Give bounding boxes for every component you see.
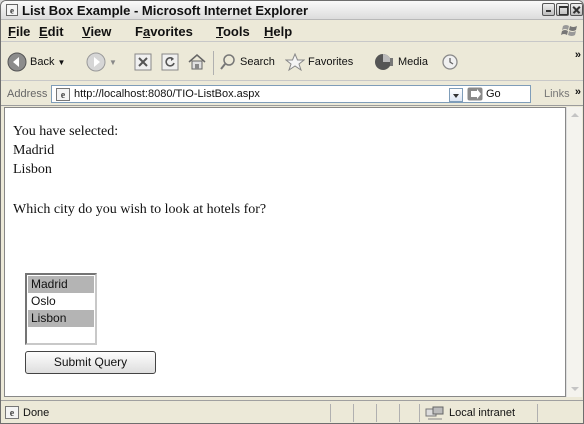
browser-window: e List Box Example - Microsoft Internet … — [0, 0, 584, 424]
forward-dropdown-icon[interactable]: ▼ — [109, 58, 117, 67]
links-overflow-icon[interactable]: » — [575, 86, 581, 98]
search-button[interactable]: Search — [219, 53, 275, 71]
status-done: e Done — [5, 406, 49, 419]
back-label: Back — [30, 56, 55, 68]
address-dropdown-icon[interactable] — [449, 88, 463, 102]
vertical-scrollbar[interactable] — [566, 107, 582, 397]
selected-heading: You have selected: — [13, 124, 119, 139]
toolbar-separator — [213, 51, 214, 75]
home-button[interactable] — [187, 52, 207, 72]
stop-icon — [134, 53, 152, 71]
menu-file[interactable]: File — [8, 24, 30, 39]
listbox-option-lisbon[interactable]: Lisbon — [28, 310, 94, 327]
windows-logo-icon — [561, 25, 577, 36]
status-divider — [419, 404, 420, 422]
favorites-button[interactable]: Favorites — [285, 53, 353, 71]
back-dropdown-icon[interactable]: ▼ — [57, 58, 65, 67]
listbox-option-madrid[interactable]: Madrid — [28, 276, 94, 293]
links-label[interactable]: Links — [544, 88, 570, 100]
address-label: Address — [7, 88, 48, 100]
back-arrow-icon — [7, 52, 27, 72]
menu-help[interactable]: Help — [264, 24, 292, 39]
minimize-button[interactable] — [542, 3, 555, 16]
menu-bar: File Edit View Favorites Tools Help — [1, 20, 583, 42]
svg-text:e: e — [10, 408, 15, 419]
media-button[interactable]: Media — [373, 52, 428, 72]
menu-edit[interactable]: Edit — [39, 24, 64, 39]
svg-text:e: e — [10, 6, 14, 16]
stop-button[interactable] — [134, 53, 152, 71]
refresh-button[interactable] — [161, 53, 179, 71]
go-label: Go — [486, 88, 501, 100]
close-button[interactable] — [570, 3, 583, 16]
back-button[interactable]: Back ▼ — [7, 52, 65, 72]
submit-query-button[interactable]: Submit Query — [25, 351, 156, 374]
go-button[interactable]: Go — [467, 87, 501, 101]
forward-arrow-icon — [86, 52, 106, 72]
selected-item: Lisbon — [13, 162, 52, 177]
status-divider — [537, 404, 538, 422]
title-bar: e List Box Example - Microsoft Internet … — [1, 1, 583, 20]
scroll-up-icon[interactable] — [568, 108, 582, 122]
history-icon — [442, 54, 458, 70]
address-bar: Address e http://localhost:8080/TIO-List… — [1, 82, 583, 106]
city-listbox[interactable]: Madrid Oslo Lisbon — [25, 273, 97, 345]
toolbar-overflow-icon[interactable]: » — [575, 49, 581, 61]
media-label: Media — [398, 56, 428, 68]
zone-label: Local intranet — [449, 407, 516, 419]
status-divider — [330, 404, 331, 422]
maximize-button[interactable] — [556, 3, 569, 16]
page-content: You have selected: Madrid Lisbon Which c… — [4, 107, 566, 397]
address-input[interactable]: e http://localhost:8080/TIO-ListBox.aspx… — [51, 85, 531, 103]
forward-button[interactable]: ▼ — [86, 52, 117, 72]
page-done-icon: e — [5, 406, 19, 419]
status-text: Done — [23, 406, 50, 419]
city-question: Which city do you wish to look at hotels… — [13, 202, 267, 217]
status-divider — [353, 404, 354, 422]
page-icon: e — [56, 88, 70, 101]
security-zone: Local intranet — [425, 406, 515, 420]
search-label: Search — [240, 56, 275, 68]
media-icon — [375, 54, 393, 70]
search-icon — [220, 54, 235, 70]
standard-toolbar: Back ▼ ▼ Search Favorites Media » — [1, 43, 583, 81]
svg-text:e: e — [61, 90, 66, 101]
status-divider — [399, 404, 400, 422]
menu-view[interactable]: View — [82, 24, 111, 39]
menu-favorites[interactable]: Favorites — [135, 24, 193, 39]
home-icon — [188, 54, 206, 70]
local-intranet-icon — [425, 406, 444, 420]
scroll-down-icon[interactable] — [568, 382, 582, 396]
address-url[interactable]: http://localhost:8080/TIO-ListBox.aspx — [74, 88, 260, 100]
menu-tools[interactable]: Tools — [216, 24, 250, 39]
status-divider — [376, 404, 377, 422]
window-title: List Box Example - Microsoft Internet Ex… — [22, 3, 309, 18]
selected-item: Madrid — [13, 143, 55, 158]
favorites-label: Favorites — [308, 56, 354, 68]
ie-page-icon: e — [6, 4, 18, 16]
history-button[interactable] — [440, 53, 460, 71]
status-bar: e Done Local intranet — [1, 400, 583, 423]
listbox-option-oslo[interactable]: Oslo — [28, 293, 94, 310]
refresh-icon — [161, 53, 179, 71]
go-arrow-icon — [467, 87, 483, 101]
star-icon — [285, 53, 305, 71]
